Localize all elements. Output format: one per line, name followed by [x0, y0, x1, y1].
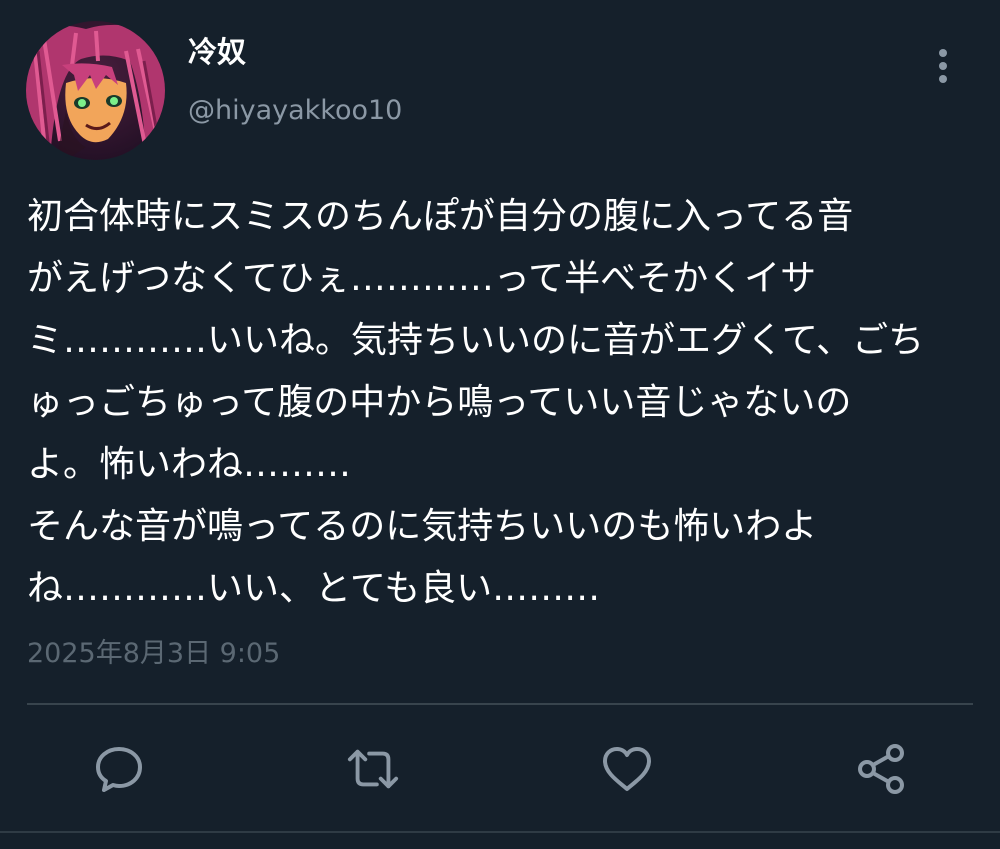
share-button[interactable]	[854, 742, 908, 796]
tweet-text: 初合体時にスミスのちんぽが自分の腹に入ってる音 がえげつなくてひぇ…………って半…	[27, 186, 977, 620]
tweet-text-line: ゅっごちゅって腹の中から鳴っていい音じゃないの	[27, 382, 852, 423]
tweet-text-line: 初合体時にスミスのちんぽが自分の腹に入ってる音	[27, 196, 854, 237]
like-button[interactable]	[600, 742, 654, 796]
display-name[interactable]: 冷奴	[188, 38, 246, 67]
tweet-timestamp[interactable]: 2025年8月3日 9:05	[27, 640, 280, 667]
share-icon	[858, 744, 904, 794]
user-handle[interactable]: @hiyayakkoo10	[188, 97, 402, 124]
divider	[27, 703, 973, 705]
retweet-button[interactable]	[346, 742, 400, 796]
retweet-icon	[347, 749, 399, 789]
tweet-text-line: ね…………いい、とても良い………	[27, 568, 601, 609]
like-icon	[603, 747, 651, 791]
anime-character-avatar-icon	[26, 21, 165, 160]
reply-icon	[96, 747, 142, 792]
avatar[interactable]	[26, 21, 165, 160]
tweet-text-line: がえげつなくてひぇ…………って半べそかくイサ	[27, 258, 817, 299]
tweet-text-line: ミ…………いいね。気持ちいいのに音がエグくて、ごち	[27, 320, 925, 361]
more-vertical-icon	[939, 49, 947, 83]
reply-button[interactable]	[92, 742, 146, 796]
bottom-divider	[0, 831, 1000, 833]
tweet-text-line: そんな音が鳴ってるのに気持ちいいのも怖いわよ	[27, 506, 818, 547]
more-options-button[interactable]	[928, 46, 958, 86]
tweet-text-line: よ。怖いわね………	[27, 444, 352, 485]
